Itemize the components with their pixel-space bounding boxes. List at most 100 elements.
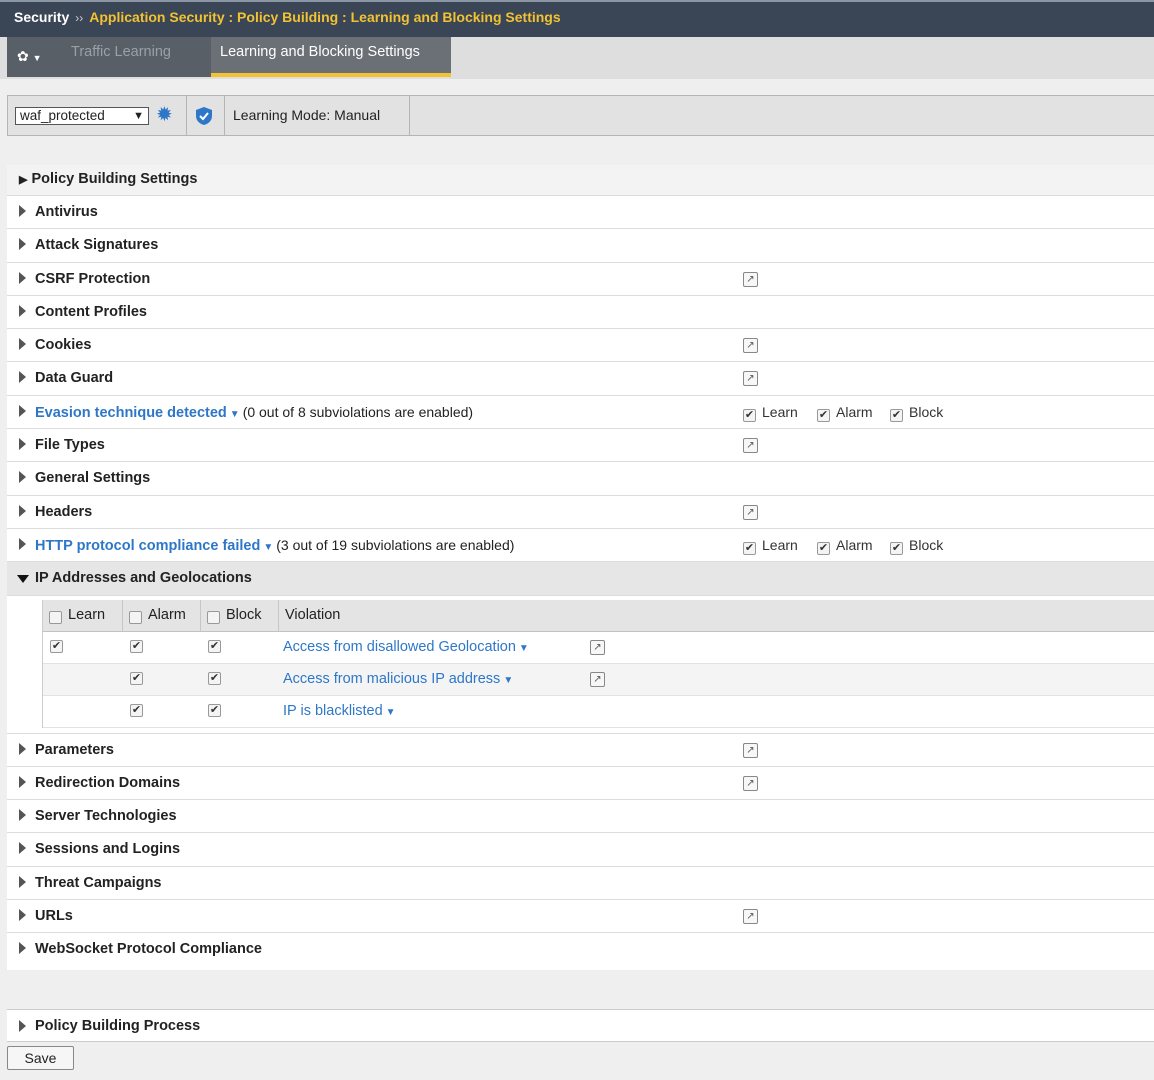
block-checkbox[interactable]: ✔: [208, 703, 221, 717]
select-all-block-checkbox[interactable]: ✔: [207, 610, 220, 624]
open-external-icon[interactable]: ↗: [743, 338, 758, 354]
settings-row-antivirus[interactable]: Antivirus: [7, 195, 1154, 228]
open-external-icon[interactable]: ↗: [590, 639, 605, 655]
open-external-icon[interactable]: ↗: [590, 671, 605, 687]
settings-row-websocket-protocol-compliance[interactable]: WebSocket Protocol Compliance: [7, 932, 1154, 965]
learning-mode-label: Learning Mode: Manual: [233, 107, 381, 123]
policy-building-process-label: Policy Building Process: [35, 1018, 201, 1034]
settings-row-label: Data Guard: [35, 370, 114, 387]
block-checkbox[interactable]: ✔: [208, 639, 221, 653]
settings-row-label: Content Profiles: [35, 303, 147, 320]
collapsed-triangle-icon: [19, 304, 26, 317]
collapsed-triangle-icon: [19, 942, 26, 955]
toolbar-divider: [224, 96, 225, 135]
violation-link[interactable]: IP is blacklisted ▼: [283, 703, 396, 719]
subviolation-count: (0 out of 8 subviolations are enabled): [242, 403, 474, 420]
alarm-checkbox[interactable]: ✔: [130, 671, 143, 685]
settings-row-ip-addresses-and-geolocations[interactable]: IP Addresses and Geolocations: [7, 561, 1154, 595]
settings-row-label: File Types: [35, 437, 105, 454]
dropdown-arrow-icon: ▼: [133, 110, 144, 122]
learn-column-header[interactable]: ✔Learn: [43, 599, 123, 632]
toolbar-divider: [186, 96, 187, 135]
section-title[interactable]: Security: [14, 9, 69, 25]
table-row: ✔ ✔ IP is blacklisted ▼: [43, 696, 1154, 728]
settings-row-file-types[interactable]: File Types ↗: [7, 428, 1154, 461]
chevron-down-icon[interactable]: ▼: [386, 707, 396, 718]
settings-row-urls[interactable]: URLs ↗: [7, 899, 1154, 932]
open-external-icon[interactable]: ↗: [743, 371, 758, 387]
save-button[interactable]: Save: [7, 1046, 74, 1070]
expanded-triangle-icon: ▶: [19, 174, 28, 186]
select-all-learn-checkbox[interactable]: ✔: [49, 610, 62, 624]
settings-row-redirection-domains[interactable]: Redirection Domains ↗: [7, 765, 1154, 799]
block-checkbox[interactable]: ✔: [890, 408, 903, 422]
learn-checkbox[interactable]: ✔: [50, 639, 63, 653]
settings-row-general-settings[interactable]: General Settings: [7, 461, 1154, 494]
settings-row-server-technologies[interactable]: Server Technologies: [7, 799, 1154, 832]
settings-row-label: Threat Campaigns: [35, 874, 162, 891]
table-row: ✔ ✔ Access from malicious IP address ▼ ↗: [43, 663, 1154, 696]
settings-row-sessions-and-logins[interactable]: Sessions and Logins: [7, 832, 1154, 865]
settings-row-evasion-technique-detected[interactable]: Evasion technique detected ▼ (0 out of 8 s…: [7, 394, 1154, 428]
chevron-down-icon[interactable]: ▼: [263, 542, 273, 553]
policy-select[interactable]: waf_protected ▼: [15, 107, 149, 125]
shield-icon[interactable]: [194, 106, 214, 126]
settings-row-threat-campaigns[interactable]: Threat Campaigns: [7, 865, 1154, 899]
settings-row-content-profiles[interactable]: Content Profiles: [7, 294, 1154, 328]
learn-checkbox[interactable]: ✔: [743, 408, 756, 422]
ip-violations-table: ✔Learn ✔Alarm ✔Block Violation ✔ ✔ ✔ Access…: [42, 599, 1154, 728]
policy-building-process-row[interactable]: Policy Building Process: [7, 1009, 1154, 1042]
chevron-down-icon[interactable]: ▼: [503, 675, 513, 686]
toolbar-divider: [409, 96, 410, 135]
settings-row-parameters[interactable]: Parameters ↗: [7, 732, 1154, 766]
settings-row-label[interactable]: HTTP protocol compliance failed ▼ (3 out o…: [35, 537, 514, 554]
settings-row-label[interactable]: Evasion technique detected ▼ (0 out of 8 s…: [35, 404, 473, 421]
violation-link[interactable]: Access from disallowed Geolocation ▼: [283, 639, 529, 655]
settings-row-label: Cookies: [35, 337, 92, 354]
open-external-icon[interactable]: ↗: [743, 775, 758, 791]
settings-row-attack-signatures[interactable]: Attack Signatures: [7, 228, 1154, 261]
settings-row-headers[interactable]: Headers ↗: [7, 494, 1154, 528]
violation-column-header[interactable]: Violation: [279, 600, 1154, 632]
block-checkbox[interactable]: ✔: [890, 541, 903, 555]
settings-menu-button[interactable]: ✿ ▼: [7, 37, 62, 77]
alarm-checkbox[interactable]: ✔: [130, 703, 143, 717]
tab-traffic-learning[interactable]: Traffic Learning: [62, 37, 211, 77]
chevron-down-icon[interactable]: ▼: [519, 643, 529, 654]
collapsed-triangle-icon: [19, 271, 26, 284]
breadcrumb-bar: Security ›› Application Security : Policy …: [0, 0, 1154, 37]
select-all-alarm-checkbox[interactable]: ✔: [129, 610, 142, 624]
table-header: ✔Learn ✔Alarm ✔Block Violation: [43, 599, 1154, 632]
block-column-header[interactable]: ✔Block: [201, 599, 279, 632]
collapsed-triangle-icon: [19, 537, 26, 550]
open-external-icon[interactable]: ↗: [743, 742, 758, 758]
settings-row-label: General Settings: [35, 470, 151, 487]
policy-building-settings-header[interactable]: ▶ Policy Building Settings: [7, 165, 1154, 195]
open-external-icon[interactable]: ↗: [743, 504, 758, 520]
settings-row-data-guard[interactable]: Data Guard ↗: [7, 361, 1154, 394]
block-checkbox[interactable]: ✔: [208, 671, 221, 685]
settings-row-csrf-protection[interactable]: CSRF Protection ↗: [7, 261, 1154, 295]
settings-row-cookies[interactable]: Cookies ↗: [7, 328, 1154, 361]
open-external-icon[interactable]: ↗: [743, 438, 758, 454]
alarm-checkbox[interactable]: ✔: [817, 408, 830, 422]
chevron-down-icon[interactable]: ▼: [230, 409, 240, 420]
settings-row-label: Antivirus: [35, 204, 98, 220]
violation-link[interactable]: Access from malicious IP address ▼: [283, 671, 513, 687]
learn-checkbox[interactable]: ✔: [743, 541, 756, 555]
policy-settings-icon[interactable]: ✹: [156, 105, 173, 125]
settings-row-http-protocol-compliance-failed[interactable]: HTTP protocol compliance failed ▼ (3 out o…: [7, 527, 1154, 561]
tab-learning-blocking-settings[interactable]: Learning and Blocking Settings: [211, 37, 451, 77]
settings-row-label: Sessions and Logins: [35, 841, 181, 858]
settings-row-label: Redirection Domains: [35, 774, 181, 791]
collapsed-triangle-icon: [19, 404, 26, 417]
policy-building-settings-label: Policy Building Settings: [31, 171, 198, 187]
settings-row-label: CSRF Protection: [35, 270, 151, 287]
policy-toolbar: waf_protected ▼ ✹ Learning Mode: Manual: [7, 95, 1154, 136]
alarm-checkbox[interactable]: ✔: [817, 541, 830, 555]
alarm-checkbox[interactable]: ✔: [130, 639, 143, 653]
open-external-icon[interactable]: ↗: [743, 909, 758, 925]
alarm-column-header[interactable]: ✔Alarm: [123, 599, 201, 632]
collapsed-triangle-icon: [19, 909, 26, 922]
open-external-icon[interactable]: ↗: [743, 271, 758, 287]
